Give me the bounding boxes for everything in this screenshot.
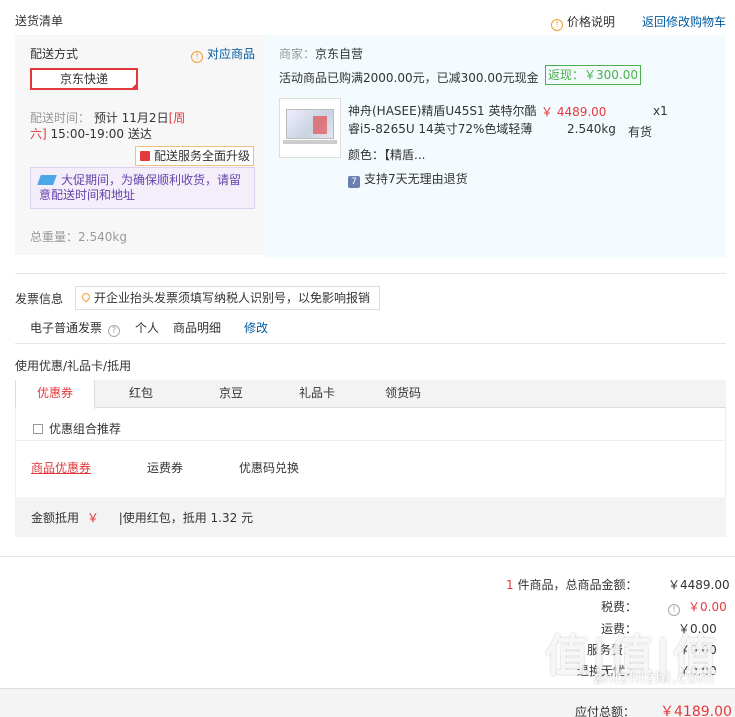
info-icon: ! [551, 19, 563, 31]
return-icon: 7 [348, 176, 360, 188]
delivery-method-label: 配送方式 [30, 47, 79, 61]
goods-amount: ￥4489.00 [668, 578, 730, 592]
delivery-weekday-a: [周 [168, 111, 186, 125]
coupon-panel [15, 408, 726, 497]
subtab-goods-coupon[interactable]: 商品优惠券 [31, 459, 91, 476]
tab-jingdou[interactable]: 京豆 [195, 380, 267, 408]
subtab-code-redeem[interactable]: 优惠码兑换 [239, 459, 299, 476]
price-explain-label: 价格说明 [567, 15, 616, 29]
product-name[interactable]: 神舟(HASEE)精盾U45S1 英特尔酷 睿i5-8265U 14英寸72%色… [348, 102, 537, 138]
combo-label: 优惠组合推荐 [49, 422, 122, 436]
product-qty: x1 [653, 104, 668, 118]
amount-label: 金额抵用 [31, 511, 80, 525]
watermark-url: zhizhizhi.com [593, 668, 715, 687]
total-weight-value: 2.540kg [78, 230, 127, 244]
location-pin-icon [80, 291, 92, 303]
upgrade-icon [140, 151, 150, 161]
discount-section-title: 使用优惠/礼品卡/抵用 [15, 359, 132, 373]
tab-pickup-code[interactable]: 领货码 [367, 380, 439, 408]
total-label: 应付总额： [575, 705, 636, 717]
goods-count-row: 1 件商品，总商品金额： [506, 576, 637, 593]
subtab-freight-coupon[interactable]: 运费券 [147, 459, 183, 476]
total-weight-label: 总重量： [30, 230, 79, 244]
invoice-type-label: 电子普通发票 [30, 321, 103, 335]
redpacket-usage: |使用红包，抵用 1.32 元 [118, 511, 254, 525]
section-title: 送货清单 [15, 14, 64, 28]
paper-plane-icon [37, 175, 57, 185]
delivery-date: 预计 11月2日 [93, 111, 169, 125]
divider [15, 273, 726, 274]
jd-express-option[interactable]: 京东快递 [30, 68, 138, 90]
laptop-base-image [283, 140, 337, 144]
goods-count: 1 [506, 578, 514, 592]
info-icon[interactable]: ! [668, 604, 680, 616]
amount-currency: ￥ [86, 511, 99, 525]
tax-value: ￥0.00 [688, 600, 727, 614]
delivery-time-range: 15:00-19:00 送达 [50, 127, 152, 141]
divider [0, 556, 735, 557]
ship-method-label: 京东快递 [59, 72, 108, 86]
promo-text: 活动商品已购满2000.00元，已减300.00元现金 [279, 71, 539, 85]
info-icon: ! [191, 51, 203, 63]
amount-deduct: 金额抵用 ￥ |使用红包，抵用 1.32 元 [31, 509, 253, 526]
invoice-edit-link[interactable]: 修改 [244, 319, 268, 336]
delivery-weekday-b: 六] [30, 127, 47, 141]
seller-label: 商家： [279, 47, 316, 61]
invoice-tip: 开企业抬头发票须填写纳税人识别号，以免影响报销 [75, 286, 380, 310]
match-goods-label: 对应商品 [207, 47, 256, 61]
delivery-time: 配送时间： 预计 11月2日[周 [30, 110, 230, 126]
divider [16, 440, 725, 441]
total-weight: 总重量：2.540kg [30, 228, 127, 245]
product-name-line2: 睿i5-8265U 14英寸72%色域轻薄 [348, 122, 533, 136]
delivery-time-line2: 六] 15:00-19:00 送达 [30, 126, 152, 142]
tab-giftcard[interactable]: 礼品卡 [281, 380, 353, 408]
notice-text: 大促期间，为确保顺利收货，请留意配送时间和地址 [39, 173, 242, 202]
discount-tabs: 优惠券 红包 京豆 礼品卡 领货码 [15, 380, 726, 409]
upgrade-label: 配送服务全面升级 [154, 149, 251, 163]
invoice-title: 个人 [135, 321, 160, 335]
product-weight: 2.540kg [567, 122, 616, 136]
product-thumbnail[interactable] [279, 98, 341, 158]
divider [15, 343, 726, 344]
product-name-line1: 神舟(HASEE)精盾U45S1 英特尔酷 [348, 104, 537, 118]
tax-label: 税费： [601, 600, 638, 614]
tab-redpacket[interactable]: 红包 [105, 380, 177, 408]
stock-status: 有货 [628, 125, 653, 139]
seller: 商家：京东自营 [279, 45, 363, 62]
combo-checkbox[interactable] [33, 424, 43, 434]
promo-delivery-notice: 大促期间，为确保顺利收货，请留意配送时间和地址 [30, 167, 255, 209]
delivery-upgrade-badge[interactable]: 配送服务全面升级 [135, 146, 254, 166]
tab-coupon[interactable]: 优惠券 [15, 380, 95, 409]
invoice-label: 发票信息 [15, 292, 64, 306]
goods-count-text: 件商品，总商品金额： [517, 578, 638, 592]
invoice-type: 电子普通发票 ? [30, 319, 124, 337]
match-goods-link[interactable]: ! 对应商品 [191, 45, 255, 63]
total-value: ￥4189.00 [660, 704, 732, 717]
return-policy: 7 支持7天无理由退货 [348, 170, 468, 188]
price-explain-link[interactable]: ! 价格说明 [551, 13, 615, 31]
invoice-tip-text: 开企业抬头发票须填写纳税人识别号，以免影响报销 [94, 291, 371, 305]
combo-recommend[interactable]: 优惠组合推荐 [33, 420, 121, 437]
tax-value-wrap: ! ￥0.00 [668, 598, 727, 616]
product-price: ￥ 4489.00 [541, 105, 607, 119]
seller-value: 京东自营 [315, 47, 364, 61]
return-policy-label: 支持7天无理由退货 [364, 172, 468, 186]
invoice-content: 商品明细 [173, 321, 222, 335]
info-icon[interactable]: ? [107, 325, 120, 337]
cashback-badge: 返现：￥300.00 [545, 65, 641, 85]
product-color: 颜色：【精盾... [348, 148, 426, 162]
back-to-cart-link[interactable]: 返回修改购物车 [642, 13, 726, 30]
delivery-time-label: 配送时间： [30, 111, 91, 125]
laptop-screen-image [286, 109, 334, 139]
